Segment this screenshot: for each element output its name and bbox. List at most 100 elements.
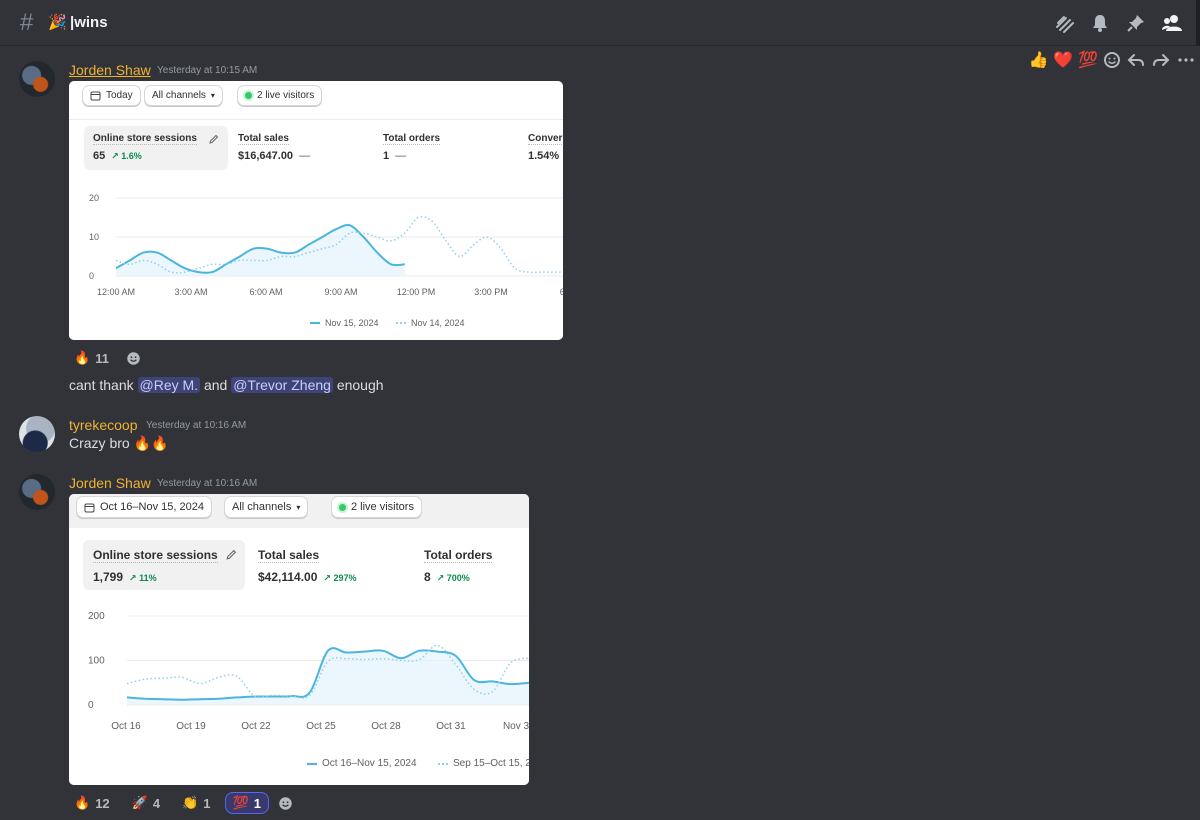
reaction-rocket[interactable]: 🚀 4	[124, 792, 168, 814]
series-area	[127, 648, 529, 705]
message-timestamp: Yesterday at 10:15 AM	[157, 65, 258, 76]
legend-solid-swatch	[310, 322, 320, 324]
y-tick-label: 200	[88, 611, 105, 622]
reply-icon[interactable]	[1127, 51, 1148, 69]
legend-dotted-swatch	[396, 322, 406, 324]
reaction-clap[interactable]: 👏 1	[174, 792, 218, 814]
y-tick-label: 0	[88, 700, 94, 711]
forward-icon[interactable]	[1152, 51, 1173, 69]
metric-total-sales: Total sales $42,114.00 ↗ 297%	[248, 540, 408, 590]
author-name[interactable]: tyrekecoop	[69, 417, 137, 433]
live-dot-icon	[339, 503, 346, 511]
live-visitors-label: 2 live visitors	[351, 501, 414, 513]
x-tick-label: Oct 28	[371, 721, 401, 732]
metrics-card: Online store sessions 1,799 ↗ 11% Total s…	[69, 532, 529, 785]
live-dot-icon	[245, 92, 252, 99]
quick-reaction-thumbs-up[interactable]: 👍	[1028, 50, 1049, 70]
analytics-screenshot-embed[interactable]: Oct 16–Nov 15, 2024 All channels ▾ 2 liv…	[69, 494, 529, 785]
reaction-count: 4	[152, 795, 161, 811]
x-tick-label: 3:00 PM	[474, 287, 508, 297]
x-tick-label: 6:00 AM	[249, 287, 282, 297]
quick-reaction-hundred[interactable]: 💯	[1078, 50, 1099, 70]
metric-value-text: 1,799	[93, 570, 124, 584]
legend-label: Nov 15, 2024	[325, 318, 379, 328]
reaction-count: 1	[253, 795, 261, 811]
channel-name-text: wins	[74, 14, 108, 31]
reaction-hundred[interactable]: 💯 1	[224, 792, 269, 814]
legend-item-current: Nov 15, 2024	[310, 318, 379, 328]
member-list-icon[interactable]	[1159, 10, 1185, 36]
analytics-screenshot-embed[interactable]: Today All channels ▾ 2 live visitors Onl…	[69, 81, 563, 340]
add-reaction-icon[interactable]	[123, 347, 145, 369]
reaction-emoji: 👏	[182, 795, 199, 810]
metric-value: 65 ↗ 1.6%	[93, 150, 142, 162]
text-segment: cant thank	[69, 377, 138, 393]
reaction-emoji: 🚀	[131, 795, 148, 810]
date-range-pill: Today	[82, 85, 141, 106]
metric-value: 1.54%	[528, 150, 560, 162]
metric-change: —	[299, 150, 311, 162]
date-range-label: Today	[106, 90, 133, 101]
metric-value: 8 ↗ 700%	[424, 570, 470, 584]
x-tick-label: Oct 19	[176, 721, 206, 732]
quick-reaction-heart[interactable]: ❤️	[1053, 50, 1074, 70]
text-segment: and	[200, 377, 232, 393]
author-name[interactable]: Jorden Shaw	[69, 475, 151, 491]
metric-change: ↗ 1.6%	[111, 151, 142, 161]
metric-value-text: $42,114.00	[258, 570, 318, 584]
add-reaction-icon[interactable]	[1103, 51, 1124, 69]
reaction-fire[interactable]: 🔥 12	[69, 792, 118, 814]
text-segment: enough	[332, 377, 384, 393]
reaction-row: 🔥 11	[69, 347, 145, 369]
scrollbar-track[interactable]	[1196, 0, 1200, 46]
x-tick-label: Oct 22	[241, 721, 271, 732]
mention-trevor[interactable]: @Trevor Zheng	[231, 377, 333, 393]
more-options-icon[interactable]	[1177, 51, 1198, 69]
metric-change: ↗ 700%	[436, 573, 470, 583]
avatar[interactable]	[19, 416, 55, 452]
reaction-count: 1	[203, 795, 211, 811]
metric-total-orders: Total orders 8 ↗ 700%	[414, 540, 529, 590]
metric-label: Total sales	[238, 133, 289, 145]
pin-icon[interactable]	[1123, 10, 1149, 36]
metric-value-text: 1	[383, 150, 390, 162]
add-reaction-icon[interactable]	[275, 792, 297, 814]
metric-value: $42,114.00 ↗ 297%	[258, 570, 356, 584]
metric-label: Online store sessions	[93, 133, 197, 145]
legend-label: Sep 15–Oct 15, 2	[453, 758, 529, 769]
message-text: Crazy bro 🔥🔥	[69, 435, 169, 451]
sessions-line-chart: 20 10 012:00 AM 3:00 AM 6:00 AM 9:00 AM 12:00 …	[89, 193, 563, 297]
metric-value-text: $16,647.00	[238, 150, 294, 162]
message-timestamp: Yesterday at 10:16 AM	[146, 420, 247, 431]
x-tick-label: 12:00 AM	[97, 287, 135, 297]
x-tick-label: Oct 16	[111, 721, 141, 732]
live-visitors-label: 2 live visitors	[257, 90, 315, 101]
reaction-fire[interactable]: 🔥 11	[69, 347, 117, 369]
reaction-emoji: 🔥	[74, 795, 91, 810]
reaction-emoji: 🔥	[74, 350, 91, 365]
metric-conversion: Conver 1.54%	[519, 126, 563, 170]
x-tick-label: 6:0	[560, 287, 563, 297]
y-tick-label: 10	[89, 232, 99, 242]
threads-icon[interactable]	[1052, 10, 1078, 36]
date-range-pill: Oct 16–Nov 15, 2024	[76, 496, 212, 518]
message-text: cant thank @Rey M. and @Trevor Zheng eno…	[69, 377, 384, 393]
notification-bell-icon[interactable]	[1087, 10, 1113, 36]
legend-item-previous: Sep 15–Oct 15, 2	[438, 758, 529, 769]
mention-rey[interactable]: @Rey M.	[137, 377, 201, 393]
calendar-icon	[90, 91, 101, 101]
metric-label: Online store sessions	[93, 548, 218, 563]
author-name[interactable]: Jorden Shaw	[69, 62, 151, 78]
live-visitors-pill: 2 live visitors	[331, 496, 422, 518]
x-tick-label: Nov 3	[503, 721, 529, 732]
date-range-label: Oct 16–Nov 15, 2024	[100, 501, 204, 513]
reaction-count: 12	[95, 795, 110, 811]
metric-value: 1—	[383, 150, 406, 162]
metrics-card: Online store sessions 65 ↗ 1.6% Total sal…	[69, 119, 563, 340]
channels-pill: All channels ▾	[224, 496, 309, 518]
avatar[interactable]	[19, 474, 55, 510]
legend-item-current: Oct 16–Nov 15, 2024	[307, 758, 417, 769]
reaction-row: 🔥 12 🚀 4 👏 1 💯 1	[69, 792, 297, 814]
avatar[interactable]	[19, 61, 55, 97]
metric-value: $16,647.00 —	[238, 150, 310, 162]
